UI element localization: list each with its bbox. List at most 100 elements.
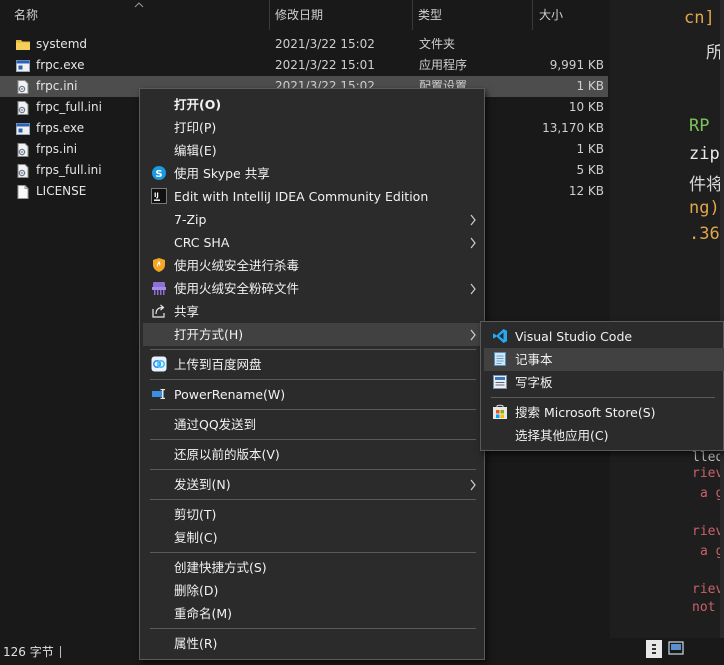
column-name-label: 名称 (14, 8, 39, 22)
menu-delete[interactable]: 删除(D) (143, 579, 481, 602)
column-date-label: 修改日期 (275, 8, 324, 22)
open-with-vscode[interactable]: Visual Studio Code (484, 325, 724, 348)
column-name[interactable]: 名称 (0, 0, 270, 30)
file-type: 应用程序 (419, 58, 468, 72)
menu-label: 打印(P) (174, 120, 217, 135)
file-name-cell: systemd (0, 34, 270, 55)
menu-huorong-shred[interactable]: 使用火绒安全粉碎文件 (143, 277, 481, 300)
open-with-notepad[interactable]: 记事本 (484, 348, 724, 371)
file-name: frpc.ini (36, 79, 78, 93)
submenu-label: Visual Studio Code (515, 329, 633, 344)
share-icon (152, 304, 165, 318)
menu-open[interactable]: 打开(O) (143, 93, 481, 116)
menu-label: 重命名(M) (174, 606, 233, 621)
screen: 名称 修改日期 类型 大小 systemd 2021/3/22 15:02 文件… (0, 0, 724, 665)
submenu-label: 记事本 (515, 352, 553, 367)
chevron-right-icon (470, 283, 476, 295)
submenu-label: 搜索 Microsoft Store(S) (515, 405, 656, 420)
menu-upload-baidu[interactable]: 上传到百度网盘 (143, 353, 481, 376)
menu-separator (150, 409, 476, 410)
exe-icon (16, 122, 30, 135)
column-type[interactable]: 类型 (413, 0, 533, 30)
menu-restore-versions[interactable]: 还原以前的版本(V) (143, 443, 481, 466)
menu-label: 创建快捷方式(S) (174, 560, 267, 575)
menu-label: 7-Zip (174, 212, 207, 227)
submenu-label: 写字板 (515, 375, 553, 390)
column-date[interactable]: 修改日期 (270, 0, 413, 30)
menu-label: 属性(R) (174, 636, 218, 651)
menu-label: 共享 (174, 304, 200, 319)
menu-separator (150, 349, 476, 350)
file-size: 13,170 KB (542, 121, 604, 135)
column-type-label: 类型 (418, 8, 443, 22)
menu-skype-share[interactable]: S 使用 Skype 共享 (143, 162, 481, 185)
file-size (534, 34, 604, 55)
menu-label: 使用 Skype 共享 (174, 166, 270, 181)
editor-line: RP (689, 116, 710, 136)
file-name: frpc.exe (36, 58, 85, 72)
ini-icon (17, 100, 29, 115)
menu-label: 删除(D) (174, 583, 219, 598)
menu-7zip[interactable]: 7-Zip (143, 208, 481, 231)
vscode-icon (493, 329, 507, 343)
menu-label: 打开方式(H) (174, 327, 244, 342)
editor-scrollbar[interactable] (720, 0, 724, 640)
background-code-editor: cn] 所 RP zip 件将 ng) .36 lled rieve a ga … (610, 0, 724, 640)
editor-line: .36 (689, 224, 720, 244)
notepad-icon (494, 352, 506, 366)
menu-open-with[interactable]: 打开方式(H) (143, 323, 481, 346)
baidu-netdisk-icon (151, 356, 167, 372)
menu-label: CRC SHA (174, 235, 230, 250)
open-with-store-search[interactable]: 搜索 Microsoft Store(S) (484, 401, 724, 424)
menu-send-to[interactable]: 发送到(N) (143, 473, 481, 496)
file-date: 2021/3/22 15:02 (275, 37, 375, 51)
menu-label: 剪切(T) (174, 507, 217, 522)
menu-rename[interactable]: 重命名(M) (143, 602, 481, 625)
menu-label: 上传到百度网盘 (174, 357, 262, 372)
open-with-choose-other[interactable]: 选择其他应用(C) (484, 424, 724, 447)
file-name: LICENSE (36, 184, 87, 198)
file-size: 5 KB (576, 163, 604, 177)
chevron-right-icon (470, 214, 476, 226)
menu-create-shortcut[interactable]: 创建快捷方式(S) (143, 556, 481, 579)
menu-powerrename[interactable]: PowerRename(W) (143, 383, 481, 406)
open-with-submenu: Visual Studio Code 记事本 写字板 搜索 Microsoft … (480, 321, 724, 451)
file-row[interactable]: frpc.exe 2021/3/22 15:01 应用程序 9,991 KB (0, 55, 608, 76)
file-name: systemd (36, 37, 87, 51)
context-menu: 打开(O) 打印(P) 编辑(E) S 使用 Skype 共享 IJ Edit … (139, 88, 485, 660)
menu-label: Edit with IntelliJ IDEA Community Editio… (174, 189, 429, 204)
menu-send-qq[interactable]: 通过QQ发送到 (143, 413, 481, 436)
large-icons-view-icon[interactable] (668, 641, 684, 655)
menu-copy[interactable]: 复制(C) (143, 526, 481, 549)
menu-label: 使用火绒安全进行杀毒 (174, 258, 300, 273)
editor-line: ng) (689, 198, 720, 218)
column-size-label: 大小 (539, 8, 564, 22)
file-name: frps.exe (36, 121, 85, 135)
open-with-wordpad[interactable]: 写字板 (484, 371, 724, 394)
menu-edit-intellij[interactable]: IJ Edit with IntelliJ IDEA Community Edi… (143, 185, 481, 208)
column-header: 名称 修改日期 类型 大小 (0, 0, 610, 30)
editor-line: cn] (684, 8, 715, 28)
chevron-right-icon (470, 237, 476, 249)
file-row[interactable]: systemd 2021/3/22 15:02 文件夹 (0, 34, 608, 55)
menu-cut[interactable]: 剪切(T) (143, 503, 481, 526)
column-size[interactable]: 大小 (533, 0, 610, 30)
menu-share[interactable]: 共享 (143, 300, 481, 323)
file-name-cell: frpc.exe (0, 55, 270, 76)
ini-icon (17, 79, 29, 94)
menu-edit[interactable]: 编辑(E) (143, 139, 481, 162)
file-name: frpc_full.ini (36, 100, 102, 114)
svg-text:S: S (155, 169, 162, 180)
menu-crc-sha[interactable]: CRC SHA (143, 231, 481, 254)
menu-label: 发送到(N) (174, 477, 231, 492)
file-name: frps.ini (36, 142, 78, 156)
menu-print[interactable]: 打印(P) (143, 116, 481, 139)
file-date: 2021/3/22 15:01 (275, 58, 375, 72)
details-view-icon[interactable] (646, 640, 662, 658)
menu-properties[interactable]: 属性(R) (143, 632, 481, 655)
menu-label: 打开(O) (174, 97, 222, 112)
file-name: frps_full.ini (36, 163, 102, 177)
submenu-label: 选择其他应用(C) (515, 428, 609, 443)
menu-huorong-scan[interactable]: 使用火绒安全进行杀毒 (143, 254, 481, 277)
file-type: 文件夹 (419, 37, 456, 51)
